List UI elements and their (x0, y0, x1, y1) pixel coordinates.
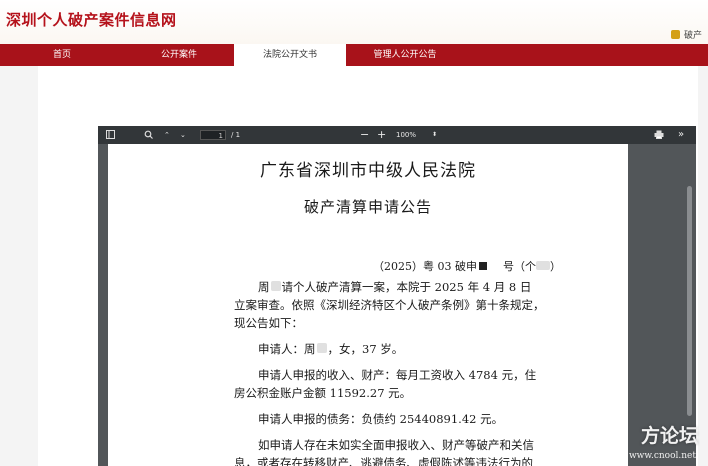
search-icon[interactable] (144, 126, 153, 144)
body-line: 如申请人存在未如实全面申报收入、财产等破产和关信 (258, 438, 534, 452)
zoom-in-icon[interactable]: + (377, 126, 386, 144)
body-line: 息，或者存在转移财产、逃避债务、虚假陈述等违法行为的 (234, 456, 533, 466)
user-area[interactable]: 破产 (670, 28, 702, 41)
body-line: 现公告如下： (234, 316, 303, 330)
page-total: / 1 (231, 131, 241, 139)
next-page-icon[interactable]: ⌄ (180, 126, 186, 144)
pdf-toolbar: ⌃ ⌄ 1 / 1 − + 100% ⬍ » (98, 126, 696, 144)
pdf-page: 广东省深圳市中级人民法院 破产清算申请公告 （2025）粤 03 破申 号（个） … (108, 144, 628, 466)
nav-item-administrator-notices[interactable]: 管理人公开公告 (346, 44, 464, 66)
zoom-level[interactable]: 100% (396, 126, 416, 144)
user-label[interactable]: 破产 (684, 28, 702, 41)
zoom-dropdown-icon[interactable]: ⬍ (432, 126, 437, 144)
document-court-name: 广东省深圳市中级人民法院 (260, 161, 476, 181)
nav-item-public-cases[interactable]: 公开案件 (124, 44, 234, 66)
pdf-scrollbar[interactable] (687, 186, 692, 416)
zoom-out-icon[interactable]: − (360, 126, 369, 144)
redacted-block (478, 262, 487, 270)
more-tools-icon[interactable]: » (678, 126, 684, 144)
sidebar-toggle-icon[interactable] (106, 126, 115, 144)
case-number: （2025）粤 03 破申 号（个） (373, 260, 561, 273)
document-title: 破产清算申请公告 (303, 198, 432, 216)
page-number-input[interactable]: 1 (200, 130, 226, 140)
body-line: 申请人申报的债务：负债约 25440891.42 元。 (258, 412, 504, 426)
site-title: 深圳个人破产案件信息网 (6, 11, 177, 29)
prev-page-icon[interactable]: ⌃ (164, 126, 170, 144)
body-line: 申请人申报的收入、财产：每月工资收入 4784 元，住 (258, 368, 537, 382)
site-header: 深圳个人破产案件信息网 破产 (0, 0, 708, 45)
user-badge-icon (670, 30, 680, 39)
body-line: 房公积金账户金额 11592.27 元。 (234, 386, 412, 400)
body-line: 周请个人破产清算一案，本院于 2025 年 4 月 8 日 (258, 280, 532, 294)
redacted-block (535, 261, 550, 270)
body-line: 立案审查。依照《深圳经济特区个人破产条例》第十条规定， (234, 298, 545, 312)
watermark-url: www.cnool.net (628, 451, 696, 461)
watermark-logo: 方论坛 (640, 425, 698, 447)
pdf-viewer: ⌃ ⌄ 1 / 1 − + 100% ⬍ » 广东省深圳市中级人民法院 破产清算… (98, 126, 696, 466)
main-nav: 首页 公开案件 法院公开文书 管理人公开公告 (0, 44, 708, 66)
body-line: 申请人：周 ，女，37 岁。 (258, 342, 404, 356)
redacted-block (270, 281, 281, 291)
print-icon[interactable] (654, 126, 664, 144)
nav-item-home[interactable]: 首页 (0, 44, 124, 66)
redacted-block (316, 343, 327, 353)
nav-item-court-documents[interactable]: 法院公开文书 (234, 44, 346, 66)
